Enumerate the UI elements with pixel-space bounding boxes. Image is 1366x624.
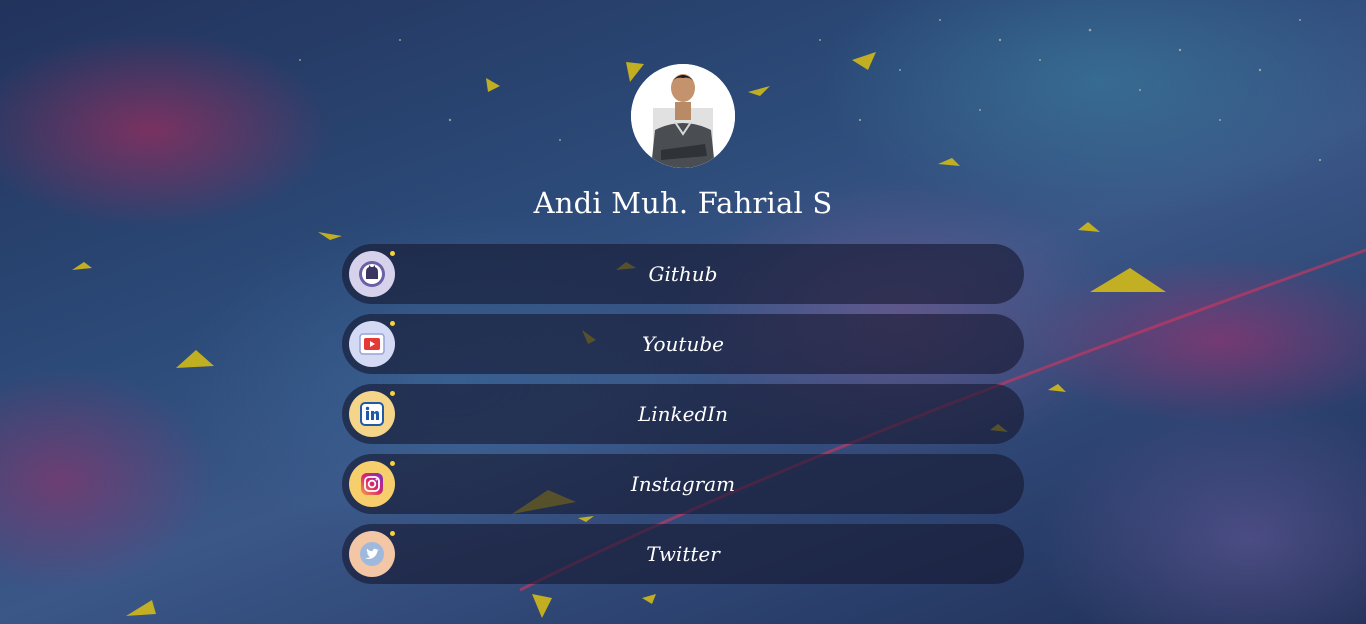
link-label: Twitter	[646, 542, 720, 566]
sparkle-dot	[390, 251, 395, 256]
twitter-icon-badge	[349, 531, 395, 577]
youtube-icon-badge	[349, 321, 395, 367]
sparkle-dot	[390, 321, 395, 326]
sparkle-dot	[390, 391, 395, 396]
avatar-photo	[631, 64, 735, 168]
profile-name: Andi Muh. Fahrial S	[533, 186, 833, 220]
instagram-icon-badge	[349, 461, 395, 507]
instagram-icon	[361, 473, 383, 495]
avatar	[631, 64, 735, 168]
instagram-link-button[interactable]: Instagram	[342, 454, 1024, 514]
link-label: Youtube	[642, 332, 724, 356]
github-icon-badge	[349, 251, 395, 297]
sparkle-dot	[390, 531, 395, 536]
link-list: Github Youtube LinkedIn Instagram Twitte…	[342, 244, 1024, 584]
link-label: Github	[648, 262, 718, 286]
linkedin-link-button[interactable]: LinkedIn	[342, 384, 1024, 444]
youtube-link-button[interactable]: Youtube	[342, 314, 1024, 374]
github-icon	[359, 261, 385, 287]
youtube-icon	[359, 333, 385, 355]
github-link-button[interactable]: Github	[342, 244, 1024, 304]
linkedin-icon	[360, 402, 384, 426]
link-label: Instagram	[630, 472, 736, 496]
sparkle-dot	[390, 461, 395, 466]
twitter-link-button[interactable]: Twitter	[342, 524, 1024, 584]
linkedin-icon-badge	[349, 391, 395, 437]
twitter-icon	[360, 542, 384, 566]
link-label: LinkedIn	[637, 402, 729, 426]
profile-header: Andi Muh. Fahrial S	[0, 64, 1366, 220]
